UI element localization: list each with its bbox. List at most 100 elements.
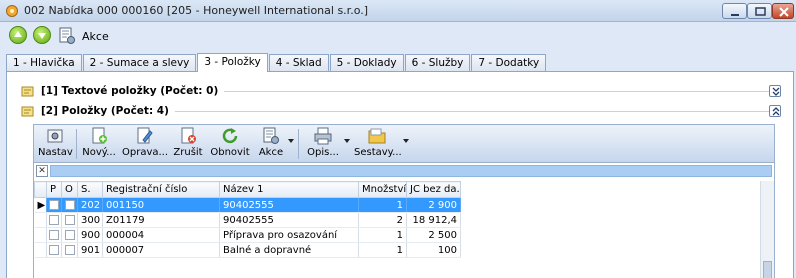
p-checkbox[interactable] bbox=[46, 212, 62, 228]
tab-hlavicka[interactable]: 1 - Hlavička bbox=[6, 54, 82, 71]
arrow-down-icon bbox=[38, 33, 46, 39]
akce-grid-button[interactable]: Akce bbox=[256, 127, 286, 161]
items-table: P O S. Registrační číslo Název 1 Množstv… bbox=[34, 181, 759, 258]
next-record-button[interactable] bbox=[33, 26, 51, 44]
cell-name: 90402555 bbox=[219, 212, 359, 228]
checkbox[interactable] bbox=[49, 214, 59, 225]
section-divider bbox=[224, 90, 779, 92]
new-document-icon bbox=[92, 127, 107, 144]
tab-sluzby[interactable]: 6 - Služby bbox=[404, 54, 471, 71]
minimize-icon bbox=[731, 14, 739, 16]
section-items-title: [2] Položky (Počet: 4) bbox=[41, 105, 169, 117]
edit-document-icon bbox=[137, 127, 153, 144]
column-header-nazev[interactable]: Název 1 bbox=[219, 181, 359, 198]
table-row[interactable]: 901 000007 Balné a dopravné 1 100 bbox=[34, 242, 759, 258]
akce-grid-label: Akce bbox=[258, 147, 284, 158]
tab-doklady[interactable]: 5 - Doklady bbox=[329, 54, 404, 71]
o-checkbox[interactable] bbox=[61, 197, 78, 213]
scrollbar-thumb[interactable] bbox=[763, 261, 772, 278]
cell-price: 18 912,4 bbox=[406, 212, 461, 228]
zrusit-label: Zrušit bbox=[173, 147, 203, 158]
grid-toolbar: Nastav Nový... Oprava... Zrušit Obnovit … bbox=[34, 125, 774, 163]
sestavy-dropdown-arrow[interactable] bbox=[403, 139, 409, 143]
checkbox[interactable] bbox=[64, 199, 75, 210]
filter-row: ✕ bbox=[34, 164, 774, 178]
column-header-jc-bez-dph[interactable]: JC bez da... bbox=[406, 181, 461, 198]
cell-qty: 1 bbox=[358, 242, 407, 258]
checkbox[interactable] bbox=[49, 229, 59, 240]
cell-reg: 000007 bbox=[102, 242, 220, 258]
document-gear-icon bbox=[263, 127, 279, 144]
oprava-label: Oprava... bbox=[122, 147, 169, 158]
o-checkbox[interactable] bbox=[61, 212, 78, 228]
chevron-double-up-icon bbox=[772, 107, 780, 116]
section-items[interactable]: [2] Položky (Počet: 4) bbox=[21, 102, 781, 120]
column-header-registracni-cislo[interactable]: Registrační číslo bbox=[102, 181, 220, 198]
row-indicator bbox=[34, 227, 47, 243]
tab-polozky[interactable]: 3 - Položky bbox=[197, 53, 268, 72]
collapse-button[interactable] bbox=[769, 105, 781, 117]
expand-button[interactable] bbox=[769, 85, 781, 97]
o-checkbox[interactable] bbox=[61, 242, 78, 258]
toolbar-separator bbox=[298, 129, 299, 159]
cell-reg: 000004 bbox=[102, 227, 220, 243]
checkbox[interactable] bbox=[49, 244, 59, 255]
maximize-button[interactable] bbox=[747, 3, 772, 19]
tab-sumace-a-slevy[interactable]: 2 - Sumace a slevy bbox=[82, 54, 197, 71]
obnovit-button[interactable]: Obnovit bbox=[210, 127, 250, 161]
cell-filler bbox=[461, 228, 759, 243]
cell-reg: 001150 bbox=[102, 197, 220, 213]
refresh-icon bbox=[222, 128, 238, 144]
akce-dropdown-arrow[interactable] bbox=[288, 139, 294, 143]
oprava-button[interactable]: Oprava... bbox=[122, 127, 169, 161]
main-toolbar: Akce bbox=[0, 22, 796, 50]
previous-record-button[interactable] bbox=[9, 26, 27, 44]
akce-label: Akce bbox=[82, 29, 109, 43]
cell-name: Balné a dopravné bbox=[219, 242, 359, 258]
chevron-double-down-icon bbox=[772, 87, 780, 96]
checkbox[interactable] bbox=[64, 229, 75, 240]
opis-button[interactable]: Opis... bbox=[304, 127, 342, 161]
tab-dodatky[interactable]: 7 - Dodatky bbox=[471, 54, 547, 71]
cell-price: 100 bbox=[406, 242, 461, 258]
clear-filter-button[interactable]: ✕ bbox=[36, 165, 48, 177]
column-header-p[interactable]: P bbox=[46, 181, 62, 198]
checkbox[interactable] bbox=[64, 214, 75, 225]
grid-vertical-scrollbar[interactable] bbox=[760, 181, 774, 278]
close-button[interactable] bbox=[772, 3, 794, 19]
cell-qty: 1 bbox=[358, 197, 407, 213]
column-header-s[interactable]: S. bbox=[77, 181, 103, 198]
column-header-o[interactable]: O bbox=[61, 181, 78, 198]
minimize-button[interactable] bbox=[722, 3, 747, 19]
table-row[interactable]: ▶ 202 001150 90402555 1 2 900 bbox=[34, 197, 759, 213]
zrusit-button[interactable]: Zrušit bbox=[170, 127, 206, 161]
table-row[interactable]: 300 Z01179 90402555 2 18 912,4 bbox=[34, 212, 759, 228]
cell-filler bbox=[460, 197, 759, 213]
o-checkbox[interactable] bbox=[61, 227, 78, 243]
printer-icon bbox=[314, 127, 332, 145]
p-checkbox[interactable] bbox=[46, 227, 62, 243]
p-checkbox[interactable] bbox=[46, 242, 62, 258]
nastav-button[interactable]: Nastav bbox=[38, 127, 73, 161]
table-row[interactable]: 900 000004 Příprava pro osazování 1 2 50… bbox=[34, 227, 759, 243]
filter-input[interactable] bbox=[50, 165, 772, 177]
section-text-items[interactable]: [1] Textové položky (Počet: 0) bbox=[21, 82, 781, 100]
section-divider bbox=[174, 110, 779, 112]
opis-dropdown-arrow[interactable] bbox=[344, 139, 350, 143]
nastav-label: Nastav bbox=[38, 147, 73, 158]
tab-content: [1] Textové položky (Počet: 0) [2] Polož… bbox=[6, 71, 794, 278]
novy-button[interactable]: Nový... bbox=[82, 127, 116, 161]
checkbox[interactable] bbox=[49, 199, 59, 210]
checkbox[interactable] bbox=[64, 244, 75, 255]
akce-button[interactable]: Akce bbox=[58, 26, 109, 46]
maximize-icon bbox=[755, 7, 766, 16]
row-indicator-header bbox=[34, 181, 47, 198]
row-indicator bbox=[34, 242, 47, 258]
column-header-mnozstvi[interactable]: Množství bbox=[358, 181, 407, 198]
p-checkbox[interactable] bbox=[46, 197, 62, 213]
table-header: P O S. Registrační číslo Název 1 Množstv… bbox=[34, 181, 759, 198]
tab-sklad[interactable]: 4 - Sklad bbox=[268, 54, 329, 71]
sestavy-button[interactable]: Sestavy... bbox=[354, 127, 402, 161]
items-grid-panel: Nastav Nový... Oprava... Zrušit Obnovit … bbox=[33, 124, 775, 278]
cell-filler bbox=[461, 213, 759, 228]
